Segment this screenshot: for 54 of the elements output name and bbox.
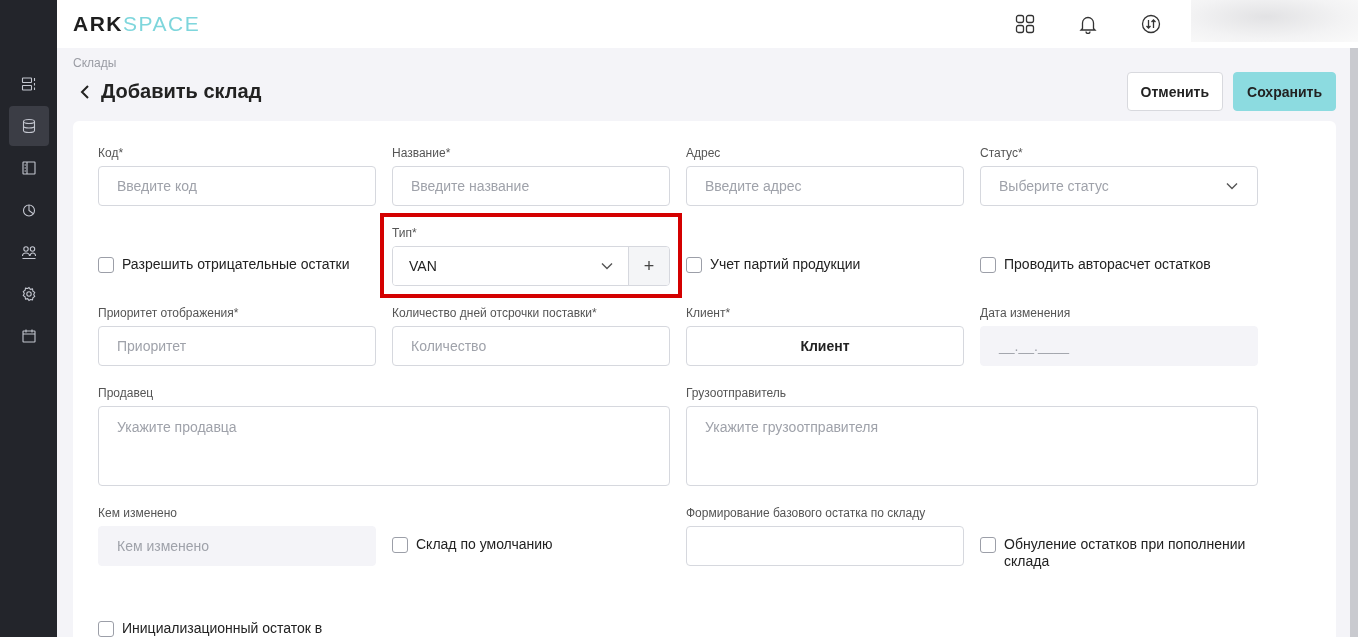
list-icon [20, 76, 37, 92]
field-label: Грузоотправитель [686, 385, 788, 402]
field-label: Клиент* [686, 305, 732, 322]
field-label: Тип* [392, 225, 418, 242]
input-field: __.__.____ [980, 326, 1258, 366]
input-field[interactable]: Количество [392, 326, 670, 366]
swap-arrows-icon[interactable] [1139, 12, 1163, 36]
input-field[interactable] [686, 526, 964, 566]
checkbox[interactable] [98, 257, 114, 273]
field-label: Формирование базового остатка по складу [686, 505, 927, 522]
checkbox-label: Проводить авторасчет остатков [1004, 256, 1211, 273]
checkbox[interactable] [98, 621, 114, 637]
field-label: Название* [392, 145, 452, 162]
checkbox-label: Разрешить отрицательные остатки [122, 256, 350, 273]
field-label: Статус* [980, 145, 1024, 162]
users-icon [20, 244, 37, 260]
field-label: Продавец [98, 385, 155, 402]
field-label: Код* [98, 145, 125, 162]
breadcrumb[interactable]: Склады [73, 56, 1336, 72]
checkbox-label: Склад по умолчанию [416, 536, 553, 553]
text-area[interactable]: Укажите продавца [98, 406, 670, 486]
checkbox-label: Инициализационный остаток в [122, 620, 323, 637]
checkbox[interactable] [980, 537, 996, 553]
save-button[interactable]: Сохранить [1233, 72, 1336, 111]
apps-grid-icon[interactable] [1013, 12, 1037, 36]
checkbox[interactable] [980, 257, 996, 273]
field-label: Кем изменено [98, 505, 178, 522]
input-field: Кем изменено [98, 526, 376, 566]
cancel-button[interactable]: Отменить [1126, 72, 1224, 111]
field-label: Приоритет отображения* [98, 305, 240, 322]
input-field[interactable]: Приоритет [98, 326, 376, 366]
input-field[interactable]: Введите код [98, 166, 376, 206]
text-area[interactable]: Укажите грузоотправителя [686, 406, 1258, 486]
select-field[interactable]: Выберите статус [980, 166, 1258, 206]
scrollbar[interactable] [1350, 48, 1358, 637]
checkbox[interactable] [392, 537, 408, 553]
checkbox-label: Учет партий продукции [710, 256, 861, 273]
input-field[interactable]: Введите адрес [686, 166, 964, 206]
sidebar-item[interactable] [8, 106, 49, 146]
page-title: Добавить склад [101, 80, 262, 103]
back-icon[interactable] [79, 83, 91, 100]
database-icon [20, 118, 37, 134]
input-field[interactable]: Введите название [392, 166, 670, 206]
checkbox-label: Обнуление остатков при пополнении склада [1004, 536, 1247, 570]
checkbox[interactable] [686, 257, 702, 273]
settings-icon [20, 286, 37, 302]
calendar-icon [20, 328, 37, 344]
client-button[interactable]: Клиент [686, 326, 964, 366]
logo: ARKSPACE [73, 12, 201, 36]
field-label: Адрес [686, 145, 722, 162]
book-icon [20, 160, 37, 176]
pie-chart-icon [20, 202, 37, 218]
field-label: Дата изменения [980, 305, 1072, 322]
field-label: Количество дней отсрочки поставки* [392, 305, 598, 322]
